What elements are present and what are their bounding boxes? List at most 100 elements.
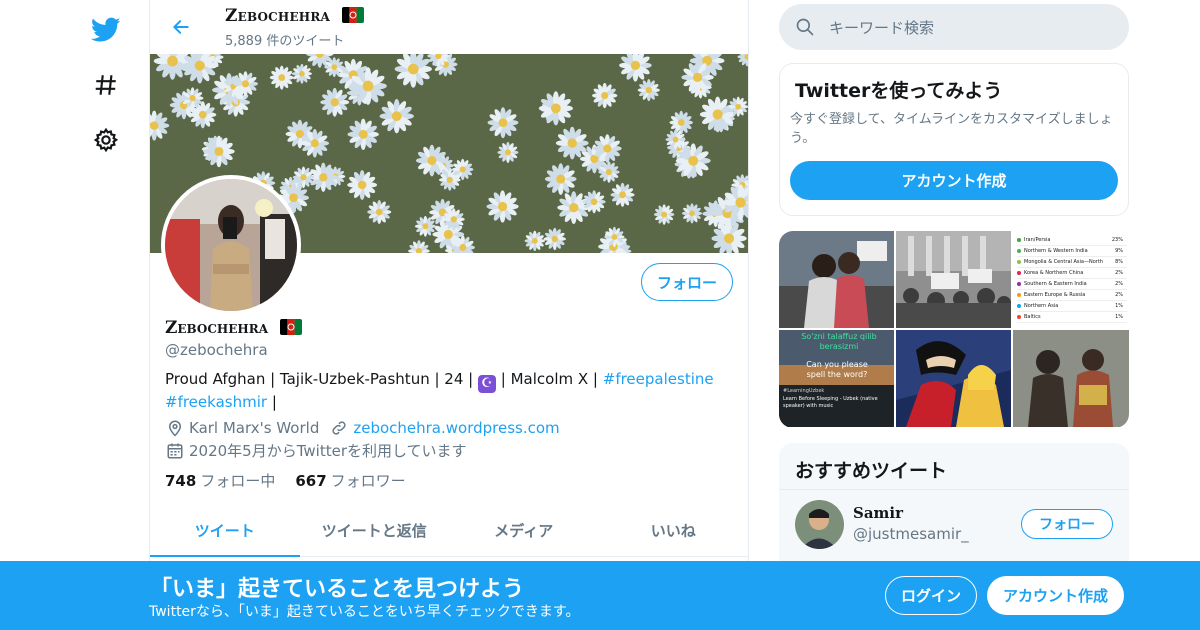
ancestry-color-dot xyxy=(1017,315,1021,319)
ancestry-color-dot xyxy=(1017,249,1021,253)
tile4-caption: Can you please spell the word? xyxy=(806,360,868,379)
tile4-overlay-text: So'zni talaffuz qilib berasizmi xyxy=(801,332,877,351)
ancestry-percent: 2% xyxy=(1115,270,1123,276)
ancestry-percent: 1% xyxy=(1115,314,1123,320)
following-count: 748 xyxy=(165,472,197,490)
ancestry-color-dot xyxy=(1017,293,1021,297)
tweet-count: 5,889 件のツイート xyxy=(225,34,345,49)
twitter-profile-page: Zebochehra 5,889 件のツイート フォロー Zebochehra … xyxy=(0,0,1200,630)
profile-avatar[interactable] xyxy=(161,175,301,315)
profile-display-name-text: Zebochehra xyxy=(165,318,269,338)
tab-tweets[interactable]: ツイート xyxy=(150,505,300,557)
ancestry-row: Iran/Persia 23% xyxy=(1017,235,1127,246)
media-thumb-2[interactable] xyxy=(896,231,1011,328)
search-placeholder: キーワード検索 xyxy=(829,18,935,37)
ancestry-color-dot xyxy=(1017,282,1021,286)
ancestry-label: Northern Asia xyxy=(1024,303,1059,309)
star-and-crescent-icon: ☪ xyxy=(477,375,496,393)
login-button[interactable]: ログイン xyxy=(885,576,977,615)
profile-column: Zebochehra 5,889 件のツイート フォロー Zebochehra … xyxy=(149,0,749,630)
location-pin-icon xyxy=(165,418,185,438)
signup-card: Twitterを使ってみよう 今すぐ登録して、タイムラインをカスタマイズしましょ… xyxy=(779,63,1129,216)
followers-count-link[interactable]: 667 フォロワー xyxy=(295,470,405,491)
tile4-meta: #LearningUzbek xyxy=(783,388,825,394)
ancestry-percent: 1% xyxy=(1115,303,1123,309)
tab-likes[interactable]: いいね xyxy=(599,505,749,556)
profile-handle: @zebochehra xyxy=(165,341,268,359)
profile-topbar: Zebochehra 5,889 件のツイート xyxy=(150,0,748,54)
ancestry-percent: 2% xyxy=(1115,281,1123,287)
bio-tail: | xyxy=(271,393,277,411)
twitter-bird-icon[interactable] xyxy=(84,8,128,52)
followers-count: 667 xyxy=(295,472,327,490)
ancestry-percent: 23% xyxy=(1111,237,1123,243)
ancestry-row: Mongolia & Central Asia—North 8% xyxy=(1017,257,1127,268)
tab-tweets-and-replies[interactable]: ツイートと返信 xyxy=(300,505,450,556)
recommended-user-handle: @justmesamir_ xyxy=(853,525,969,543)
ancestry-color-dot xyxy=(1017,260,1021,264)
ancestry-percent: 9% xyxy=(1115,248,1123,254)
profile-tabs: ツイート ツイートと返信 メディア いいね xyxy=(150,505,748,557)
ancestry-breakdown-list: Iran/Persia 23% Northern & Western India 9%… xyxy=(1017,235,1127,323)
ancestry-label: Mongolia & Central Asia—North xyxy=(1024,259,1103,265)
back-arrow-icon[interactable] xyxy=(166,12,196,42)
tile4-subtitle: Learn Before Sleeping - Uzbek (native sp… xyxy=(783,396,878,409)
bottom-bar-headline: 「いま」起きていることを見つけよう xyxy=(150,577,525,602)
bottom-bar-subtext: Twitterなら、「いま」起きていることをいち早くチェックできます。 xyxy=(149,604,580,620)
ancestry-color-dot xyxy=(1017,304,1021,308)
profile-bio: Proud Afghan | Tajik-Uzbek-Pashtun | 24 … xyxy=(165,370,725,412)
afghanistan-flag-icon xyxy=(279,319,302,335)
left-nav xyxy=(84,8,128,173)
ancestry-row: Northern & Western India 9% xyxy=(1017,246,1127,257)
recommended-user-name[interactable]: Samir xyxy=(853,504,903,522)
search-icon xyxy=(795,17,815,37)
signup-card-description: 今すぐ登録して、タイムラインをカスタマイズしましょう。 xyxy=(790,112,1113,146)
recommended-user-avatar[interactable] xyxy=(795,500,844,549)
follow-button[interactable]: フォロー xyxy=(641,263,733,301)
profile-display-name: Zebochehra xyxy=(165,318,302,338)
recommended-follow-button[interactable]: フォロー xyxy=(1021,509,1113,539)
media-thumb-6[interactable] xyxy=(1013,330,1129,427)
calendar-icon xyxy=(165,441,185,461)
search-box[interactable]: キーワード検索 xyxy=(779,4,1129,50)
ancestry-row: Eastern Europe & Russia 2% xyxy=(1017,290,1127,301)
hashtag-freepalestine-link[interactable]: #freepalestine xyxy=(603,370,714,388)
profile-joined-date: 2020年5月からTwitterを利用しています xyxy=(189,442,467,460)
hashtag-freekashmir-link[interactable]: #freekashmir xyxy=(165,393,267,411)
signup-button[interactable]: アカウント作成 xyxy=(987,576,1124,615)
topbar-name-text: Zebochehra xyxy=(225,6,331,26)
ancestry-row: Baltics 1% xyxy=(1017,312,1127,323)
ancestry-color-dot xyxy=(1017,271,1021,275)
hashtag-icon[interactable] xyxy=(84,63,128,107)
link-icon xyxy=(329,418,349,438)
media-thumb-5[interactable] xyxy=(896,330,1011,427)
ancestry-label: Southern & Eastern India xyxy=(1024,281,1087,287)
ancestry-label: Baltics xyxy=(1024,314,1041,320)
create-account-button[interactable]: アカウント作成 xyxy=(790,161,1118,200)
ancestry-label: Korea & Northern China xyxy=(1024,270,1084,276)
following-label: フォロー中 xyxy=(200,472,276,490)
afghanistan-flag-icon xyxy=(342,7,365,23)
profile-website-link[interactable]: zebochehra.wordpress.com xyxy=(353,419,559,437)
topbar-name: Zebochehra xyxy=(225,6,365,26)
bottom-signup-bar: 「いま」起きていることを見つけよう Twitterなら、「いま」起きていることを… xyxy=(0,561,1200,630)
media-grid: Iran/Persia 23% Northern & Western India 9%… xyxy=(779,231,1129,428)
gear-icon[interactable] xyxy=(84,118,128,162)
signup-card-title: Twitterを使ってみよう xyxy=(795,80,1003,102)
bio-text-1: Proud Afghan | Tajik-Uzbek-Pashtun | 24 … xyxy=(165,370,474,388)
ancestry-row: Korea & Northern China 2% xyxy=(1017,268,1127,279)
ancestry-percent: 2% xyxy=(1115,292,1123,298)
ancestry-label: Northern & Western India xyxy=(1024,248,1088,254)
ancestry-row: Southern & Eastern India 2% xyxy=(1017,279,1127,290)
tab-media[interactable]: メディア xyxy=(449,505,599,556)
following-count-link[interactable]: 748 フォロー中 xyxy=(165,470,275,491)
media-thumb-4[interactable]: So'zni talaffuz qilib berasizmi Can you … xyxy=(779,330,894,427)
profile-location: Karl Marx's World xyxy=(189,419,320,437)
ancestry-label: Iran/Persia xyxy=(1024,237,1051,243)
profile-joined-row: 2020年5月からTwitterを利用しています xyxy=(165,440,467,461)
ancestry-row: Northern Asia 1% xyxy=(1017,301,1127,312)
media-thumb-1[interactable] xyxy=(779,231,894,328)
bio-text-2: | Malcolm X | xyxy=(500,370,598,388)
recommended-title: おすすめツイート xyxy=(795,460,948,482)
media-thumb-3[interactable]: Iran/Persia 23% Northern & Western India 9%… xyxy=(1013,231,1129,328)
